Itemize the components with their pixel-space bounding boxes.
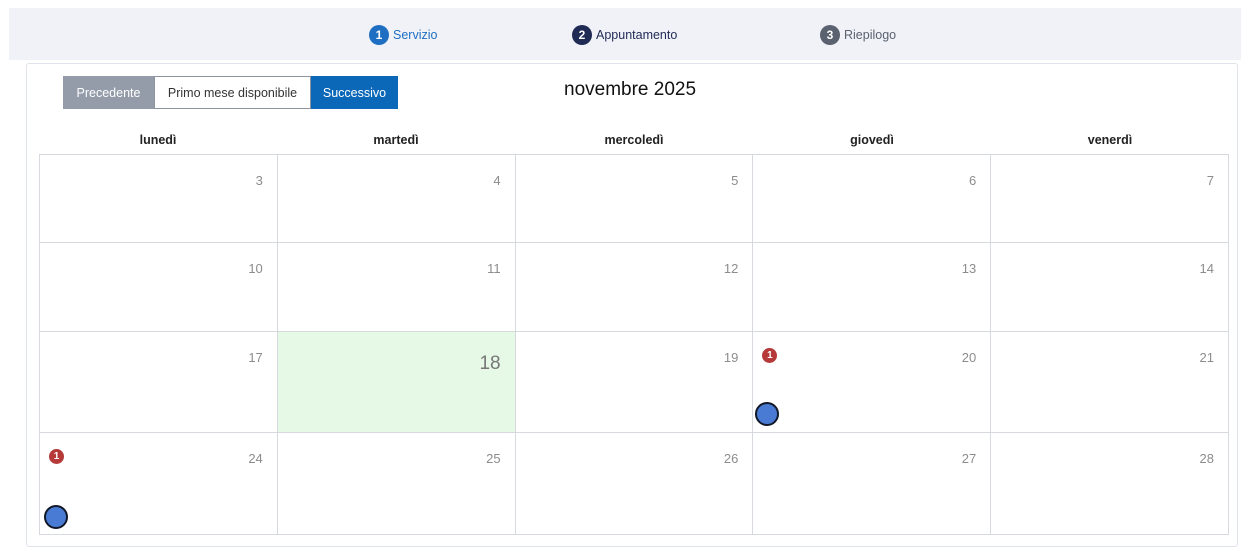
day-cell[interactable]: 11 [276,242,516,332]
day-cell[interactable]: 21 [990,331,1229,433]
booking-page: 1 Servizio 2 Appuntamento 3 Riepilogo Pr… [0,0,1249,551]
day-cell[interactable]: 19 [514,331,754,433]
calendar-grid: 3 4 5 6 7 10 11 12 13 14 17 18 19 1 20 2… [39,154,1229,535]
step-appuntamento[interactable]: 2 Appuntamento [572,25,677,45]
day-number: 13 [961,261,977,276]
previous-month-button[interactable]: Precedente [63,76,154,109]
day-number: 19 [723,350,739,365]
availability-dot[interactable] [44,505,68,529]
calendar-week-row: 1 24 25 26 27 28 [39,432,1229,535]
step-label: Servizio [393,28,438,42]
weekday-label: venerdì [1087,133,1133,147]
day-cell[interactable]: 13 [752,242,992,332]
step-label: Riepilogo [844,28,897,42]
day-cell[interactable]: 25 [276,432,516,535]
day-cell[interactable]: 3 [39,154,278,243]
day-number: 5 [731,173,739,188]
step-number-badge: 3 [820,25,840,45]
day-cell[interactable]: 17 [39,331,278,433]
day-number: 12 [723,261,739,276]
day-number: 11 [487,261,501,276]
day-cell[interactable]: 6 [752,154,992,243]
day-number: 20 [961,350,977,365]
wizard-stepper: 1 Servizio 2 Appuntamento 3 Riepilogo [9,8,1241,60]
day-number: 10 [248,261,263,276]
day-number: 18 [479,353,501,374]
day-number: 21 [1199,350,1214,365]
availability-dot[interactable] [755,402,780,426]
step-label: Appuntamento [596,28,678,42]
day-number: 25 [486,451,501,466]
step-number-badge: 1 [369,25,389,45]
event-count-badge[interactable]: 1 [49,449,64,464]
day-number: 6 [968,173,977,188]
next-month-button[interactable]: Successivo [311,76,398,109]
first-available-month-button[interactable]: Primo mese disponibile [154,76,311,109]
day-number: 24 [248,451,263,466]
day-cell[interactable]: 27 [752,432,992,535]
day-cell[interactable]: 26 [514,432,754,535]
weekday-label: lunedì [139,133,177,147]
day-cell[interactable]: 28 [990,432,1229,535]
weekday-header: lunedì martedì mercoledì giovedì venerdì [39,133,1229,153]
day-cell[interactable]: 5 [514,154,754,243]
calendar-week-row: 10 11 12 13 14 [39,242,1229,332]
day-cell[interactable]: 14 [990,242,1229,332]
calendar-nav-toolbar: Precedente Primo mese disponibile Succes… [63,76,398,109]
weekday-label: mercoledì [604,133,664,147]
day-number: 14 [1199,261,1214,276]
step-servizio[interactable]: 1 Servizio [369,25,437,45]
day-number: 7 [1206,173,1214,188]
month-title: novembre 2025 [564,79,697,100]
day-cell[interactable]: 7 [990,154,1229,243]
day-cell[interactable]: 10 [39,242,278,332]
today-day-cell[interactable]: 18 [276,331,516,433]
calendar-week-row: 3 4 5 6 7 [39,154,1229,243]
day-number: 26 [723,451,739,466]
day-number: 27 [961,451,977,466]
event-count-badge[interactable]: 1 [762,348,778,363]
weekday-label: martedì [373,133,419,147]
day-cell[interactable]: 4 [276,154,516,243]
day-number: 4 [493,173,501,188]
calendar-week-row: 17 18 19 1 20 21 [39,331,1229,433]
step-riepilogo[interactable]: 3 Riepilogo [820,25,896,45]
day-cell-with-events[interactable]: 1 24 [39,432,278,535]
weekday-label: giovedì [850,133,894,147]
day-number: 17 [248,350,263,365]
day-cell[interactable]: 12 [514,242,754,332]
day-number: 28 [1199,451,1214,466]
step-number-badge: 2 [572,25,592,45]
day-cell-with-events[interactable]: 1 20 [752,331,992,433]
day-number: 3 [255,173,263,188]
